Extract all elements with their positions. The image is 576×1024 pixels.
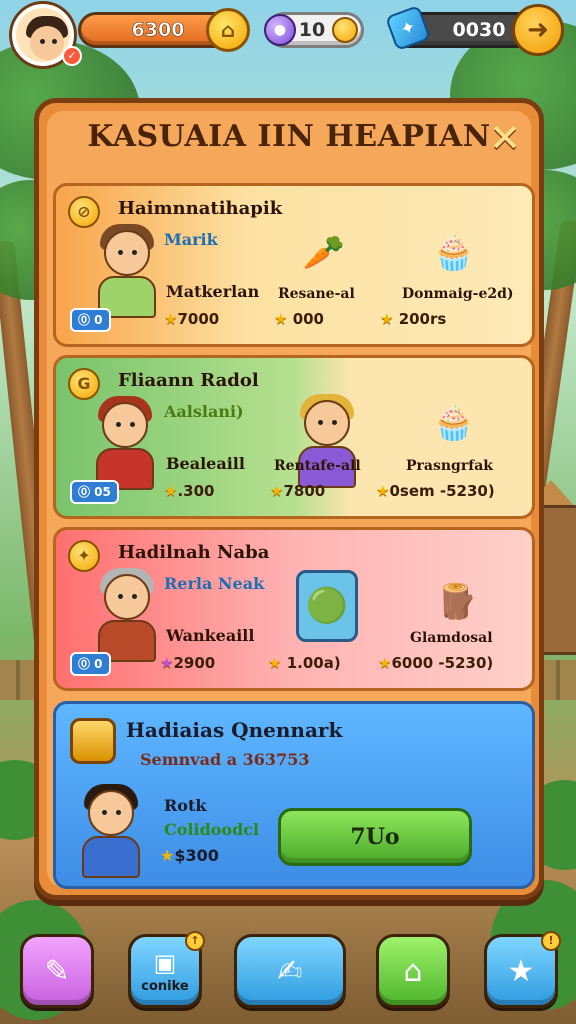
close-button[interactable]: ✕ <box>485 119 525 159</box>
notification-dot: ↑ <box>185 931 205 951</box>
item-label: Resane-al <box>278 286 355 302</box>
card-title: Fliaann Radol <box>118 370 259 391</box>
notification-dot: ! <box>541 931 561 951</box>
featured-name: Rotk <box>164 796 207 815</box>
item-price: ★ 000 <box>274 310 324 328</box>
top-hud: ✓ 6300 ⌂ 10 ● 0030 ✦ ➜ <box>0 0 576 70</box>
shop-card-3[interactable]: ✦ Hadilnah Naba Rerla Neak Wankeaill ★29… <box>53 527 535 691</box>
item-price: ★ 1.00a) <box>268 654 341 672</box>
nav-item-edit[interactable]: ✍ <box>234 934 346 1008</box>
item-price: ★7800 <box>270 482 326 500</box>
character-label: Matkerlan <box>166 282 260 301</box>
featured-price: ★$300 <box>160 846 219 865</box>
avatar-badge: ✓ <box>62 46 82 66</box>
frame-icon: ▣ <box>153 948 177 977</box>
card-item-icon[interactable]: 🟢 <box>296 570 358 642</box>
character-price: ★2900 <box>160 654 216 672</box>
gem-amount: 10 <box>298 19 326 41</box>
shop-panel: KASUAIA IIN HEAPIAN ✕ ⊘ Haimnnatihapik M… <box>34 98 544 900</box>
gem-orb-icon: ● <box>264 14 296 46</box>
coin-amount: 6300 <box>131 19 185 42</box>
home-icon: ⌂ <box>403 953 423 989</box>
item-price: ★ 200rs <box>380 310 447 328</box>
card-subtitle: Aalslani) <box>164 402 244 421</box>
featured-tag: Colidoodcl <box>164 820 260 839</box>
character-label: Bealeaill <box>166 454 245 473</box>
cake-item-icon[interactable]: 🧁 <box>424 388 484 458</box>
item-price: ★0sem -5230) <box>376 482 495 500</box>
level-badge: ⓪ 0 <box>70 308 111 332</box>
ticket-amount: 0030 <box>452 19 506 41</box>
item-label: Donmaig-e2d) <box>402 286 514 302</box>
star-icon: ★ <box>507 953 535 989</box>
character-price: ★7000 <box>164 310 220 328</box>
shop-card-2[interactable]: G Fliaann Radol Aalslani) Bealeaill ★.30… <box>53 355 535 519</box>
panel-title: KASUAIA IIN HEAPIAN <box>87 119 491 154</box>
wood-planks-icon[interactable]: 🪵 <box>422 574 492 630</box>
nav-item-favorites[interactable]: ★ ! <box>484 931 561 1008</box>
cake-item-icon[interactable]: 🧁 <box>424 220 484 286</box>
character-grandma-icon <box>90 566 164 662</box>
level-badge: ⓪ 05 <box>70 480 119 504</box>
item-price: ★6000 -5230) <box>378 654 494 672</box>
nav-label: conike <box>141 978 189 994</box>
nav-item-tools[interactable]: ✎ <box>20 934 94 1008</box>
featured-subtitle: Semnvad a 363753 <box>140 750 310 769</box>
character-kid-icon <box>74 782 148 878</box>
treasure-chest-icon <box>70 718 116 764</box>
house-coin-icon[interactable]: ⌂ <box>206 8 250 52</box>
next-arrow-button[interactable]: ➜ <box>512 4 564 56</box>
character-label: Wankeaill <box>166 626 255 645</box>
shop-card-1[interactable]: ⊘ Haimnnatihapik Marik Matkerlan ★7000 ⓪… <box>53 183 535 347</box>
hammer-icon: ✎ <box>44 953 70 989</box>
card-subtitle: Rerla Neak <box>164 574 265 593</box>
edit-icon: ✍ <box>277 953 303 989</box>
buy-button[interactable]: 7Uo <box>278 808 472 866</box>
card-subtitle: Marik <box>164 230 218 249</box>
item-label: Glamdosal <box>410 630 493 646</box>
featured-card[interactable]: Hadiaias Qnennark Semnvad a 363753 Rotk … <box>53 701 535 889</box>
character-boy-icon <box>88 394 162 490</box>
level-badge: ⓪ 0 <box>70 652 111 676</box>
carrot-item-icon[interactable]: 🥕 <box>286 218 362 288</box>
character-price: ★.300 <box>164 482 215 500</box>
featured-title: Hadiaias Qnennark <box>126 718 343 742</box>
item-label: Rentafe-all <box>274 458 361 474</box>
card-title: Haimnnatihapik <box>118 198 283 219</box>
character-girl-icon <box>90 222 164 318</box>
nav-item-home[interactable]: ⌂ <box>376 934 450 1008</box>
item-label: Prasngrfak <box>406 458 493 474</box>
gold-coin-icon <box>332 17 358 43</box>
nav-item-conike[interactable]: ▣ conike ↑ <box>128 931 205 1008</box>
card-title: Hadilnah Naba <box>118 542 270 563</box>
